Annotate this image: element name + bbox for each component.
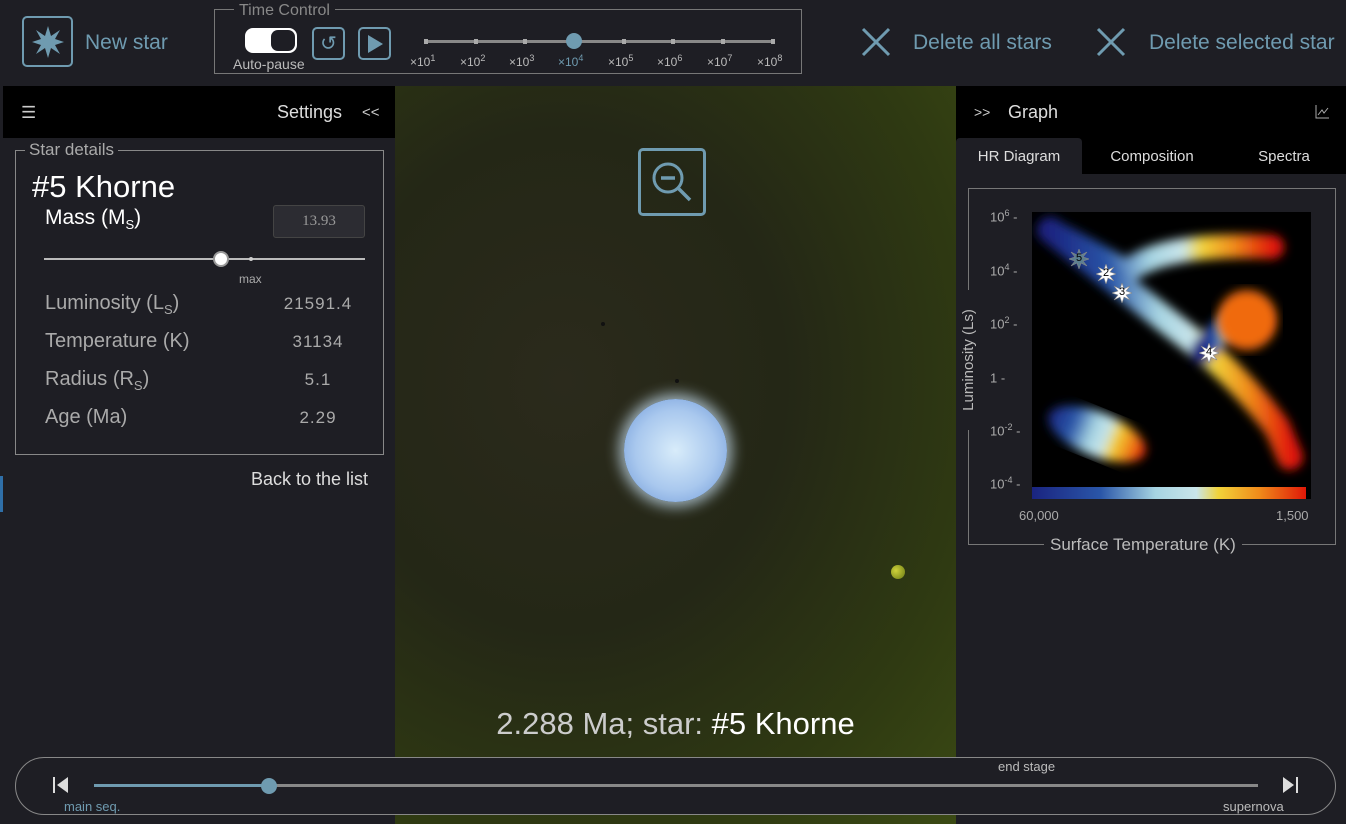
y-tick-label: 10-4 - (990, 475, 1021, 492)
y-tick-label: 102 - (990, 315, 1018, 332)
new-star-button[interactable] (22, 16, 73, 67)
timeline-thumb[interactable] (260, 778, 277, 794)
hr-star-marker[interactable]: 3 (1112, 283, 1132, 303)
x-left-label: 60,000 (1019, 508, 1059, 523)
mass-slider-track[interactable] (44, 258, 365, 260)
speed-label[interactable]: ×101 (410, 53, 435, 69)
status-text: 2.288 Ma; star: #5 Khorne (496, 706, 855, 741)
x-right-label: 1,500 (1276, 508, 1309, 523)
graph-title: Graph (1008, 102, 1059, 122)
collapse-settings-button[interactable]: << (362, 104, 380, 121)
max-marker (249, 257, 253, 261)
detail-label: Luminosity (LS) (45, 292, 180, 317)
undo-icon: ↺ (320, 33, 337, 55)
star-marker-label: 2 (1102, 267, 1110, 279)
star-marker-label: 5 (1075, 252, 1083, 264)
max-label: max (239, 272, 262, 286)
speed-label[interactable]: ×108 (757, 53, 782, 69)
star-marker-label: 4 (1205, 346, 1213, 358)
play-button[interactable] (358, 27, 391, 60)
end-stage-label: end stage (998, 759, 1056, 774)
speed-tick (771, 39, 775, 44)
mass-slider-thumb[interactable] (212, 251, 229, 267)
tab-composition[interactable]: Composition (1088, 138, 1216, 174)
y-tick-label: 1 - (990, 370, 1006, 386)
play-icon (367, 34, 383, 53)
zoom-out-button[interactable] (638, 148, 706, 216)
expand-graph-button[interactable]: >> (974, 104, 990, 120)
hr-star-marker[interactable]: 5 (1069, 249, 1089, 269)
time-control-title: Time Control (234, 2, 335, 20)
scroll-indicator[interactable] (0, 476, 3, 512)
speed-label[interactable]: ×102 (460, 53, 485, 69)
speed-label[interactable]: ×103 (509, 53, 534, 69)
detail-value: 2.29 (299, 408, 337, 427)
y-tick-label: 10-2 - (990, 422, 1021, 439)
y-tick-label: 106 - (990, 208, 1018, 225)
star-details-legend: Star details (25, 140, 119, 160)
detail-value: 31134 (292, 332, 344, 351)
delete-selected-icon[interactable] (1095, 26, 1127, 58)
main-seq-label: main seq. (64, 799, 121, 814)
speed-tick (474, 39, 478, 44)
tab-spectra[interactable]: Spectra (1222, 138, 1346, 174)
settings-title: Settings (277, 102, 343, 122)
new-star-label[interactable]: New star (85, 31, 168, 55)
tab-hr-diagram[interactable]: HR Diagram (956, 138, 1082, 174)
auto-pause-toggle[interactable] (245, 28, 297, 53)
star-name: #5 Khorne (32, 169, 176, 204)
star-object[interactable] (675, 379, 679, 383)
speed-tick (671, 39, 675, 44)
delete-selected-button[interactable]: Delete selected star (1149, 31, 1335, 55)
detail-label: Age (Ma) (45, 406, 128, 428)
speed-label[interactable]: ×107 (707, 53, 732, 69)
reset-button[interactable]: ↺ (312, 27, 345, 60)
sliders-icon: ☰ (21, 103, 37, 122)
mass-label: Mass (MS) (45, 206, 142, 233)
detail-value: 21591.4 (283, 294, 353, 313)
auto-pause-label: Auto-pause (233, 56, 305, 72)
speed-tick (622, 39, 626, 44)
speed-tick (523, 39, 527, 44)
y-axis-label: Luminosity (Ls) (960, 290, 977, 430)
skip-end-icon[interactable] (1281, 776, 1299, 794)
timeline-progress (94, 784, 269, 787)
delete-all-icon[interactable] (860, 26, 892, 58)
speed-label[interactable]: ×104 (558, 53, 583, 69)
speed-slider-thumb[interactable] (566, 33, 582, 49)
back-to-list-link[interactable]: Back to the list (251, 469, 368, 490)
supernova-label: supernova (1223, 799, 1284, 814)
star-object[interactable] (601, 322, 605, 326)
x-axis-label: Surface Temperature (K) (1044, 535, 1242, 555)
hr-star-marker[interactable]: 2 (1096, 264, 1116, 284)
detail-label: Radius (RS) (45, 368, 150, 393)
hr-star-marker[interactable]: 4 (1199, 343, 1219, 363)
star-object[interactable] (891, 565, 905, 579)
speed-tick (721, 39, 725, 44)
speed-tick (424, 39, 428, 44)
zoom-out-icon (652, 162, 692, 202)
skip-start-icon[interactable] (52, 776, 70, 794)
speed-label[interactable]: ×106 (657, 53, 682, 69)
star-burst-icon (31, 25, 64, 58)
star-marker-label: 3 (1118, 286, 1126, 298)
delete-all-button[interactable]: Delete all stars (913, 31, 1052, 55)
detail-value: 5.1 (304, 370, 332, 389)
y-tick-label: 104 - (990, 262, 1018, 279)
selected-star[interactable] (624, 399, 727, 502)
speed-label[interactable]: ×105 (608, 53, 633, 69)
chart-icon[interactable] (1314, 104, 1330, 120)
mass-input[interactable] (273, 205, 365, 238)
detail-label: Temperature (K) (45, 330, 190, 352)
